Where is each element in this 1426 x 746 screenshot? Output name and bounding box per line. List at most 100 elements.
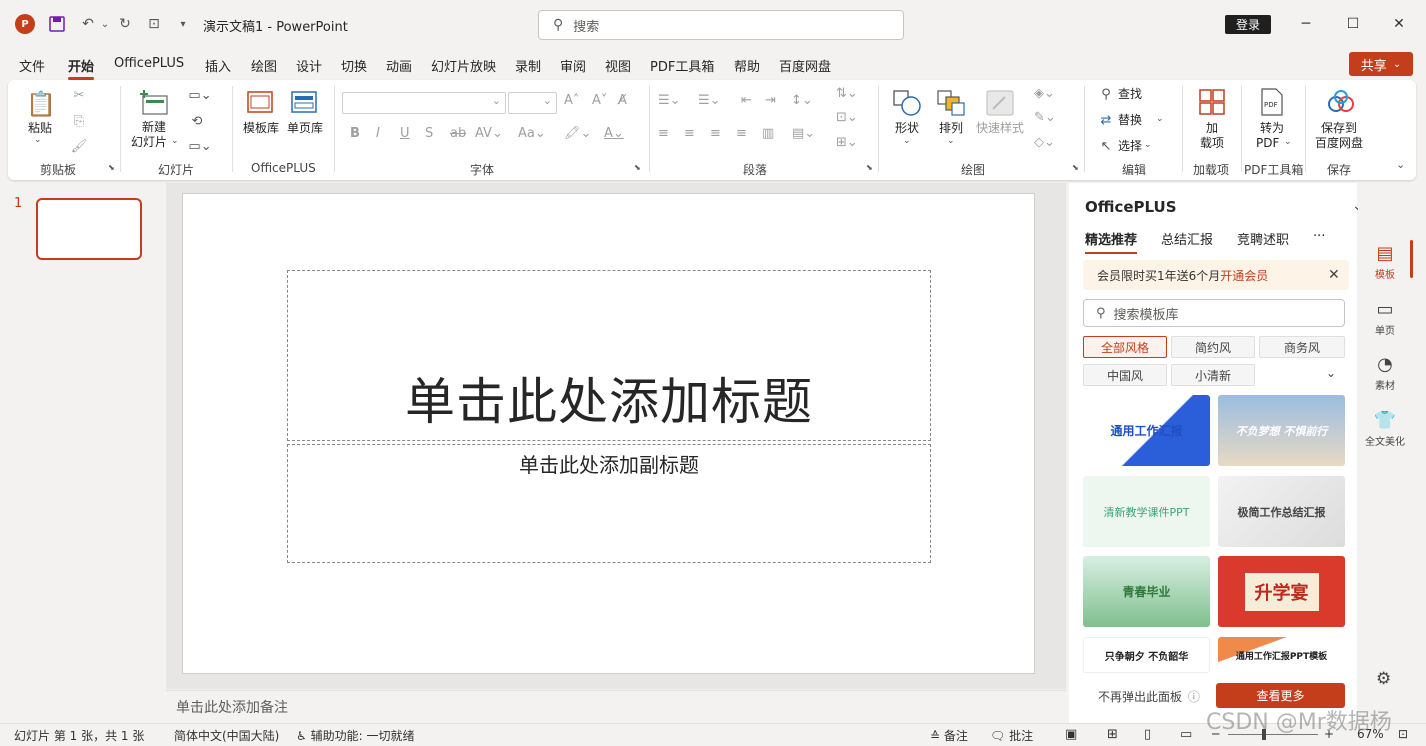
columns-icon[interactable]: ▤⌄: [792, 126, 815, 141]
save-icon[interactable]: [47, 14, 67, 34]
panel-tab-competition[interactable]: 竞聘述职: [1237, 229, 1289, 248]
slide-thumbnail[interactable]: [36, 198, 142, 260]
paragraph-launcher-icon[interactable]: ⬊: [866, 163, 873, 172]
share-button[interactable]: 共享 ⌄: [1349, 52, 1413, 76]
tab-design[interactable]: 设计: [296, 56, 322, 75]
arrange-dropdown-icon[interactable]: ⌄: [947, 136, 955, 146]
replace-icon[interactable]: ⇄: [1098, 112, 1114, 128]
new-slide-label-1[interactable]: 新建: [142, 120, 166, 135]
save-baidu-label-1[interactable]: 保存到: [1321, 121, 1357, 136]
ribbon-collapse-icon[interactable]: ⌄: [1396, 158, 1405, 171]
paste-icon[interactable]: 📋: [26, 88, 56, 120]
shape-outline-icon[interactable]: ✎⌄: [1034, 110, 1056, 125]
highlight-icon[interactable]: 🖍⌄: [564, 126, 591, 141]
layout-icon[interactable]: ▭⌄: [188, 86, 212, 104]
maximize-icon[interactable]: ☐: [1330, 10, 1376, 38]
tab-help[interactable]: 帮助: [734, 56, 760, 75]
baidu-netdisk-icon[interactable]: [1326, 88, 1356, 116]
numbering-icon[interactable]: ☰⌄: [698, 93, 721, 108]
styles-expand-chevron-icon[interactable]: ⌄: [1326, 366, 1336, 380]
tab-draw[interactable]: 绘图: [251, 56, 277, 75]
new-slide-dropdown-icon[interactable]: ⌄: [171, 136, 179, 146]
panel-tab-summary[interactable]: 总结汇报: [1161, 229, 1213, 248]
template-card[interactable]: 通用工作汇报: [1083, 395, 1210, 466]
font-launcher-icon[interactable]: ⬊: [634, 163, 641, 172]
minimize-icon[interactable]: ─: [1283, 10, 1329, 38]
settings-gear-icon[interactable]: ⚙: [1376, 669, 1391, 689]
template-card[interactable]: 升学宴: [1218, 556, 1345, 627]
distributed-icon[interactable]: ▥: [762, 126, 774, 141]
find-button[interactable]: 查找: [1118, 87, 1142, 102]
panel-tab-more-icon[interactable]: ···: [1313, 229, 1325, 244]
to-pdf-label-1[interactable]: 转为: [1260, 121, 1284, 136]
tab-officeplus[interactable]: OfficePLUS: [114, 56, 184, 71]
style-chip-simple[interactable]: 简约风: [1171, 336, 1255, 358]
arrange-button[interactable]: 排列: [939, 121, 963, 136]
present-icon[interactable]: ⊡: [144, 14, 164, 34]
customize-toolbar-icon[interactable]: ▾: [173, 14, 193, 34]
promo-close-icon[interactable]: ✕: [1328, 267, 1340, 283]
style-chip-fresh[interactable]: 小清新: [1171, 364, 1255, 386]
slideshow-icon[interactable]: ▭: [1180, 727, 1192, 742]
paste-button[interactable]: 粘贴: [28, 121, 52, 136]
increase-font-icon[interactable]: A˄: [564, 93, 579, 108]
clear-format-icon[interactable]: A̸: [618, 93, 627, 108]
text-direction-icon[interactable]: ⇅⌄: [836, 86, 858, 101]
undo-dropdown-icon[interactable]: ⌄: [95, 14, 115, 34]
pdf-icon[interactable]: PDF: [1258, 88, 1286, 116]
template-search-input[interactable]: ⚲ 搜索模板库: [1083, 299, 1345, 327]
select-dropdown-icon[interactable]: ⌄: [1144, 140, 1152, 150]
rail-assets[interactable]: ◔ 素材: [1362, 354, 1408, 392]
tab-view[interactable]: 视图: [605, 56, 631, 75]
tab-baidu-netdisk[interactable]: 百度网盘: [779, 56, 831, 75]
status-language[interactable]: 简体中文(中国大陆): [174, 727, 279, 744]
replace-dropdown-icon[interactable]: ⌄: [1156, 114, 1164, 124]
underline-icon[interactable]: U: [400, 126, 410, 141]
shapes-button[interactable]: 形状: [895, 121, 919, 136]
new-slide-label-2[interactable]: 幻灯片: [131, 135, 167, 150]
status-notes-button[interactable]: ≙ 备注: [930, 727, 968, 744]
align-left-icon[interactable]: ≡: [658, 126, 669, 141]
tab-record[interactable]: 录制: [515, 56, 541, 75]
template-card[interactable]: 极简工作总结汇报: [1218, 476, 1345, 547]
status-comments-button[interactable]: 🗨 批注: [990, 727, 1033, 744]
shape-effects-icon[interactable]: ◇⌄: [1034, 135, 1055, 150]
close-icon[interactable]: ✕: [1376, 10, 1422, 38]
align-text-icon[interactable]: ⊡⌄: [836, 110, 858, 125]
tab-slideshow[interactable]: 幻灯片放映: [431, 56, 496, 75]
promo-link[interactable]: 开通会员: [1220, 267, 1268, 284]
format-painter-icon[interactable]: 🖌: [70, 137, 88, 155]
template-library-icon[interactable]: [246, 88, 274, 116]
decrease-indent-icon[interactable]: ⇤: [741, 93, 752, 108]
shapes-icon[interactable]: [892, 88, 922, 118]
new-slide-icon[interactable]: [138, 88, 170, 118]
rail-beautify[interactable]: 👕 全文美化: [1362, 410, 1408, 448]
tab-insert[interactable]: 插入: [205, 56, 231, 75]
to-pdf-dropdown-icon[interactable]: ⌄: [1284, 137, 1292, 147]
copy-icon[interactable]: ⎘: [70, 112, 88, 130]
template-card[interactable]: 不负梦想 不惧前行: [1218, 395, 1345, 466]
slide-sorter-icon[interactable]: ⊞: [1107, 727, 1118, 742]
section-icon[interactable]: ▭⌄: [188, 137, 212, 155]
fit-to-window-icon[interactable]: ⊡: [1398, 727, 1408, 741]
select-button[interactable]: 选择: [1118, 139, 1142, 154]
drawing-launcher-icon[interactable]: ⬊: [1072, 163, 1079, 172]
notes-placeholder[interactable]: 单击此处添加备注: [176, 697, 288, 717]
addins-icon[interactable]: [1198, 88, 1226, 116]
font-color-icon[interactable]: A⌄: [604, 126, 624, 141]
increase-indent-icon[interactable]: ⇥: [765, 93, 776, 108]
italic-icon[interactable]: I: [376, 126, 380, 141]
template-card[interactable]: 只争朝夕 不负韶华: [1083, 637, 1210, 673]
tab-home[interactable]: 开始: [68, 56, 95, 80]
status-accessibility[interactable]: ♿ 辅助功能: 一切就绪: [296, 727, 414, 744]
shape-fill-icon[interactable]: ◈⌄: [1034, 86, 1055, 101]
char-spacing-icon[interactable]: AV⌄: [475, 126, 503, 141]
replace-button[interactable]: 替换: [1118, 113, 1142, 128]
style-chip-business[interactable]: 商务风: [1259, 336, 1345, 358]
login-button[interactable]: 登录: [1225, 15, 1271, 34]
line-spacing-icon[interactable]: ↕⌄: [791, 93, 813, 108]
single-page-library-icon[interactable]: [290, 88, 318, 116]
reading-view-icon[interactable]: ▯: [1144, 727, 1151, 742]
redo-icon[interactable]: ↻: [115, 14, 135, 34]
tab-pdf-toolbox[interactable]: PDF工具箱: [650, 56, 714, 75]
